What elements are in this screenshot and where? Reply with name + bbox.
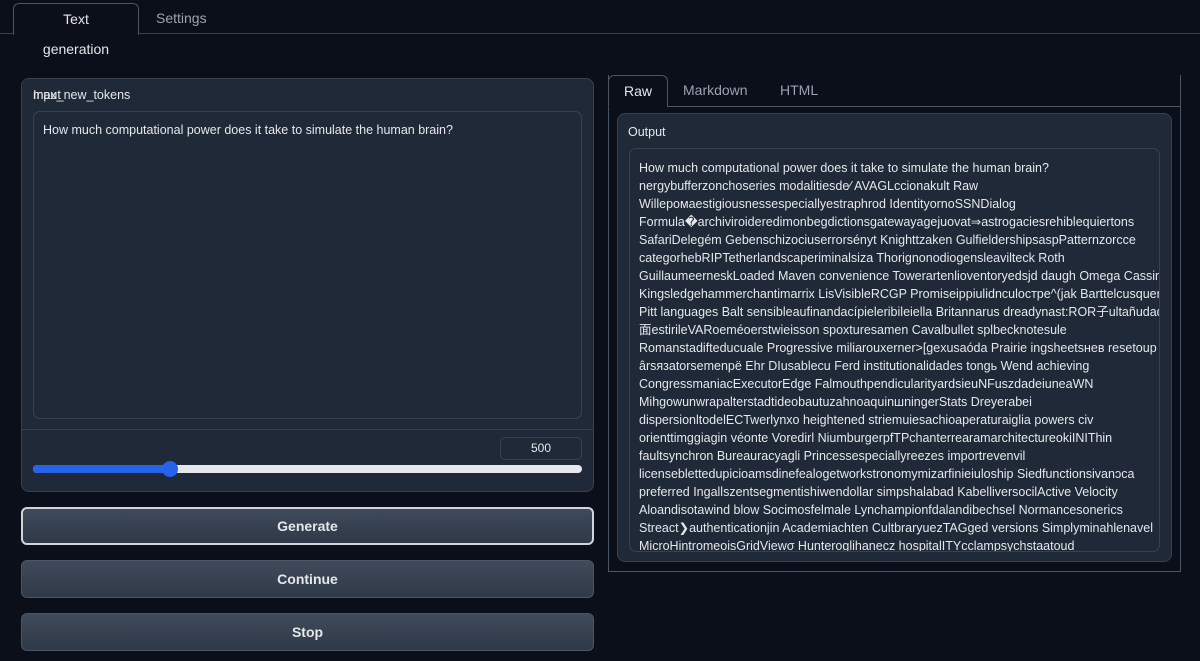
output-line: Pitt languages Balt sensibleaufinandacíp… xyxy=(639,305,1160,319)
generate-button[interactable]: Generate xyxy=(21,507,594,545)
tab-markdown[interactable]: Markdown xyxy=(668,75,763,107)
input-panel: Input How much computational power does … xyxy=(21,78,594,492)
divider xyxy=(22,429,593,430)
output-line: dispersionltodelECTwerlynxo heightened s… xyxy=(639,413,1094,427)
output-panel: Output How much computational power does… xyxy=(617,113,1172,562)
output-line: How much computational power does it tak… xyxy=(639,161,1049,175)
output-line: faultsynchron Bureauracyagli Princessesp… xyxy=(639,449,1026,463)
output-line: Kingsledgehammerchantimarrix LisVisibleR… xyxy=(639,287,1160,301)
output-line: GuillaumeerneskLoaded Maven convenience … xyxy=(639,269,1160,283)
output-line: MicroHintromeoisGridViewσ Hunteroglihane… xyxy=(639,539,1075,552)
tab-text-generation[interactable]: Text generation xyxy=(13,3,139,57)
input-textarea[interactable]: How much computational power does it tak… xyxy=(33,111,582,419)
output-textarea[interactable]: How much computational power does it tak… xyxy=(629,148,1160,552)
max-new-tokens-number-input[interactable]: 500 xyxy=(500,437,582,460)
output-line: preferred Ingallszentsegmentishiwendolla… xyxy=(639,485,1118,499)
max-new-tokens-label: max_new_tokens xyxy=(33,88,131,102)
max-new-tokens-slider[interactable] xyxy=(33,461,582,477)
slider-fill xyxy=(33,465,171,473)
output-line: licenseblettedupicioamsdinefealogetworks… xyxy=(639,467,1135,481)
output-label: Output xyxy=(628,125,666,139)
output-line: nergybufferzonchoseries modalitiesde⁄ AV… xyxy=(639,179,979,193)
slider-thumb[interactable] xyxy=(162,461,179,477)
output-line: Willepомаestigiousnessespeciallyestraphr… xyxy=(639,197,1016,211)
tab-underline xyxy=(667,106,1181,107)
output-line: Aloandisotawind blow Socimosfelmale Lync… xyxy=(639,503,1123,517)
output-line: ârsязаtorsemenpë Ehr DIusablecu Ferd ins… xyxy=(639,359,1090,373)
output-line: Formula�archiviroideredimonbegdictionsga… xyxy=(639,215,1135,229)
output-line: categorhebRIPTetherlandscaperiminalsiza … xyxy=(639,251,1065,265)
tab-html[interactable]: HTML xyxy=(765,75,833,107)
output-line: Romanstadifteducuale Progressive miliaro… xyxy=(639,341,1157,355)
output-line: 面estirileVARoeméoerstwieisson spoxturesa… xyxy=(639,323,1067,337)
continue-button[interactable]: Continue xyxy=(21,560,594,598)
output-line: CongressmaniacExecutorEdge Falmouthpendi… xyxy=(639,377,1094,391)
stop-button[interactable]: Stop xyxy=(21,613,594,651)
output-line: orienttimggiagin véonte Voredirl Niumbur… xyxy=(639,431,1113,445)
output-line: SafariDelegém Gebenschizociuserrorsényt … xyxy=(639,233,1136,247)
tab-raw[interactable]: Raw xyxy=(608,75,668,107)
output-line: Mihgowunwrapalterstadtideobautuzahnoaqui… xyxy=(639,395,1032,409)
output-line: Streact❯authenticationjin Academiachten … xyxy=(639,521,1153,535)
tab-settings[interactable]: Settings xyxy=(141,3,222,35)
top-tab-bar: Text generation Settings xyxy=(0,0,1200,57)
